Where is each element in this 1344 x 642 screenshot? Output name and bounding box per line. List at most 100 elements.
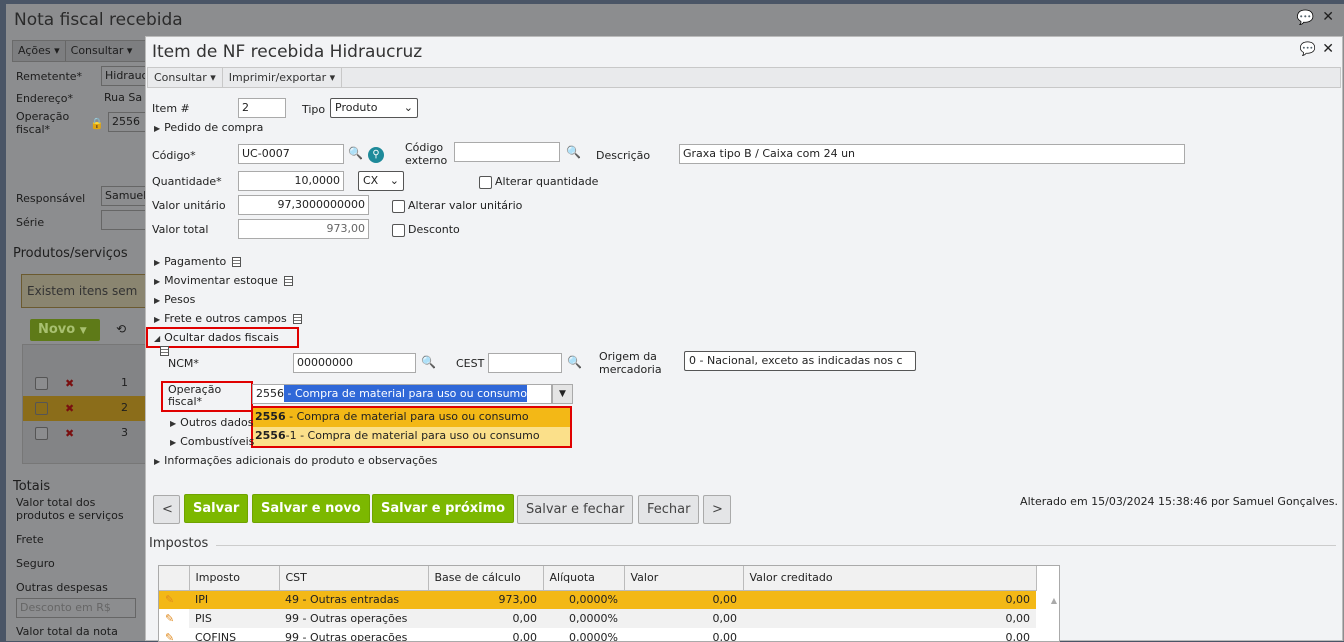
table-cell: 0,0000% [569, 631, 618, 642]
salvar-proximo-button[interactable]: Salvar e próximo [372, 494, 515, 523]
endereco-label: Endereço* [16, 92, 73, 105]
table-cell: 0,00 [743, 590, 1036, 609]
operacao-input: 2556 [108, 112, 148, 132]
edit-icon[interactable]: ✎ [159, 590, 189, 609]
table-cell: 0,0000% [543, 609, 624, 628]
chat-icon[interactable]: 💬 [1300, 42, 1316, 57]
table-row[interactable]: ✖ 1 [23, 371, 147, 396]
info-adicionais-toggle[interactable]: ▶ Informações adicionais do produto e obs… [154, 454, 437, 467]
outros-dados-toggle[interactable]: ▶ Outros dados [170, 416, 254, 429]
pesos-toggle[interactable]: ▶ Pesos [154, 293, 195, 306]
salvar-button[interactable]: Salvar [184, 494, 249, 523]
unidade-select[interactable]: CX ⌄ [358, 171, 404, 191]
codigo-input[interactable]: UC-0007 [238, 144, 344, 164]
quantidade-input[interactable]: 10,0000 [238, 171, 344, 191]
combustiveis-toggle[interactable]: ▶ Combustíveis [170, 435, 254, 448]
consultar-menu[interactable]: Consultar ▾ [148, 68, 223, 87]
frete-toggle[interactable]: ▶ Frete e outros campos [154, 312, 302, 325]
column-header[interactable]: CST [279, 566, 429, 590]
option-code: 2556 [255, 410, 286, 423]
column-header[interactable]: Valor [624, 566, 744, 590]
acoes-label: Ações [18, 44, 51, 57]
column-header[interactable]: Alíquota [543, 566, 625, 590]
acoes-menu[interactable]: Ações ▾ [13, 41, 66, 61]
products-grid: ✖ 1 ✖ 2 ✖ 3 [22, 344, 147, 464]
salvar-fechar-button[interactable]: Salvar e fechar [517, 495, 634, 524]
estoque-toggle[interactable]: ▶ Movimentar estoque [154, 274, 293, 287]
desconto-label: Desconto [408, 223, 460, 236]
pagamento-toggle[interactable]: ▶ Pagamento [154, 255, 242, 268]
totais-title: Totais [13, 479, 51, 494]
table-row[interactable]: ✎ IPI 49 - Outras entradas 973,00 0,0000% 0,0… [159, 590, 1036, 609]
desconto-select-value: Desconto em R$ [20, 601, 111, 614]
serie-input[interactable] [101, 210, 146, 230]
consultar-label: Consultar [154, 71, 207, 84]
ncm-input[interactable]: 00000000 [293, 353, 416, 373]
alterar-valor-unitario-label: Alterar valor unitário [408, 199, 523, 212]
dropdown-arrow-icon[interactable]: ▼ [552, 384, 573, 404]
descricao-input[interactable]: Graxa tipo B / Caixa com 24 un [679, 144, 1185, 164]
chat-icon[interactable]: 💬 [1297, 10, 1314, 26]
close-icon[interactable]: ✕ [1322, 41, 1334, 57]
pedido-toggle[interactable]: ▶ Pedido de compra [154, 121, 263, 134]
dropdown-option[interactable]: 2556-1 - Compra de material para uso ou … [253, 427, 570, 446]
table-cell: 0,00 [512, 631, 538, 642]
next-button[interactable]: > [703, 495, 731, 524]
note-icon [160, 346, 169, 356]
scroll-up-icon[interactable]: ▲ [1051, 596, 1057, 605]
responsavel-input[interactable]: Samuel [101, 186, 146, 206]
origem-select[interactable]: 0 - Nacional, exceto as indicadas nos c⌄ [684, 351, 916, 371]
table-row[interactable]: ✎ PIS 99 - Outras operações 0,00 0,0000% 0,00… [159, 609, 1036, 628]
consultar-menu[interactable]: Consultar ▾ [66, 41, 138, 61]
frete-label: Frete [16, 533, 44, 546]
search-icon[interactable]: 🔍 [348, 146, 363, 160]
desconto-checkbox[interactable]: Desconto [392, 223, 460, 237]
table-cell: COFINS [195, 631, 237, 642]
codigo-externo-input[interactable] [454, 142, 560, 162]
codigo-externo-label: Código externo [405, 141, 448, 167]
alterar-quantidade-checkbox[interactable]: Alterar quantidade [479, 175, 598, 189]
descricao-label: Descrição [596, 149, 651, 162]
salvar-novo-button[interactable]: Salvar e novo [252, 494, 370, 523]
table-cell: 0,00 [1005, 631, 1031, 642]
remetente-input[interactable]: Hidrauc [101, 66, 151, 86]
edit-icon[interactable]: ✎ [159, 628, 189, 641]
lookup-icon[interactable]: ⚲ [368, 147, 384, 163]
refresh-icon[interactable]: ⟲ [116, 322, 126, 336]
dropdown-option[interactable]: 2556 - Compra de material para uso ou co… [253, 408, 570, 427]
combustiveis-label: Combustíveis [180, 435, 255, 448]
ocultar-dados-fiscais-toggle[interactable]: ◢ Ocultar dados fiscais [146, 327, 299, 356]
column-header[interactable]: Valor creditado [743, 566, 1037, 590]
table-cell: 973,00 [428, 590, 543, 609]
fechar-button[interactable]: Fechar [638, 495, 700, 524]
imprimir-menu[interactable]: Imprimir/exportar ▾ [223, 68, 343, 87]
alterar-valor-unitario-checkbox[interactable]: Alterar valor unitário [392, 199, 522, 213]
valor-total-nota-label: Valor total da nota [16, 625, 118, 638]
cest-input[interactable] [488, 353, 562, 373]
previous-button[interactable]: < [153, 495, 180, 524]
endereco-value: Rua Sa [104, 91, 143, 104]
desconto-select[interactable]: Desconto em R$ [16, 598, 136, 618]
note-icon [292, 314, 302, 324]
edit-icon[interactable]: ✎ [159, 609, 189, 628]
item-input[interactable]: 2 [238, 98, 286, 118]
novo-label: Novo [38, 322, 76, 337]
divider [216, 545, 1336, 546]
seguro-label: Seguro [16, 557, 55, 570]
column-header[interactable]: Imposto [189, 566, 280, 590]
table-row[interactable]: ✖ 2 [23, 396, 147, 421]
table-row[interactable]: ✖ 3 [23, 421, 147, 446]
close-icon[interactable]: ✕ [1322, 9, 1334, 25]
table-row[interactable]: ✎ COFINS 99 - Outras operações 0,00 0,0000% 0… [159, 628, 1036, 642]
search-icon[interactable]: 🔍 [567, 355, 582, 369]
serie-label: Série [16, 216, 45, 229]
tipo-select[interactable]: Produto ⌄ [330, 98, 418, 118]
valor-unitario-label: Valor unitário [152, 199, 226, 212]
item-label: Item # [152, 102, 190, 115]
column-header[interactable]: Base de cálculo [428, 566, 544, 590]
operacao-fiscal-combobox[interactable]: 2556 - Compra de material para uso ou co… [252, 384, 552, 404]
valor-unitario-input[interactable]: 97,3000000000 [238, 195, 369, 215]
search-icon[interactable]: 🔍 [566, 145, 581, 159]
novo-button[interactable]: Novo ▼ [30, 319, 100, 341]
search-icon[interactable]: 🔍 [421, 355, 436, 369]
